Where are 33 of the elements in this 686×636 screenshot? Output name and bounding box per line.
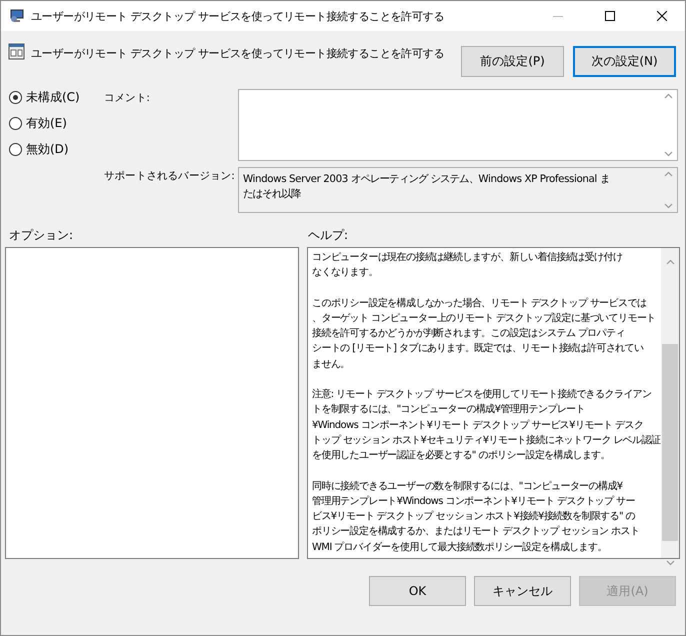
radio-icon[interactable] — [9, 91, 22, 104]
radio-option[interactable]: 未構成(C) — [9, 89, 104, 106]
help-paragraph: このポリシー設定を構成しなかった場合、リモート デスクトップ サービスでは 、ターゲット コンピューター上のリモート デスクトップ設定に基づいてリモート 接続を許可するかどうかが判断されます。この設定はシステム プロパティ シートの [リモート] タブにあります。既定では、リモート接続は許可されてい ません。 — [312, 296, 657, 372]
options-label: オプション: — [9, 227, 74, 244]
comment-label: コメント: — [104, 91, 151, 106]
maximize-icon[interactable] — [605, 11, 615, 21]
help-paragraph: 同時に接続できるユーザーの数を制限するには、"コンピューターの構成¥ 管理用テンプレート¥Windows コンポーネント¥リモート デスクトップ サー ビス¥リモート デスクトップ セッション ホスト¥接続¥接続数を制限する" の ポリシー設定を構成するか、またはリモート デスクトップ セッション ホスト WMI プロバイダーを使用して最大接続数ポリシー設定を構成します。 — [312, 480, 640, 555]
scroll-up-icon[interactable] — [664, 171, 673, 177]
scroll-down-icon[interactable] — [664, 151, 673, 157]
close-icon[interactable] — [657, 11, 667, 21]
scroll-up-icon[interactable] — [666, 259, 674, 265]
help-label: ヘルプ: — [308, 227, 348, 244]
radio-icon[interactable] — [9, 117, 22, 130]
scroll-up-icon[interactable] — [664, 93, 673, 99]
supported-text: Windows Server 2003 オペレーティング システム、Windows XP Professional ま たはそれ以降 — [242, 172, 610, 202]
radio-option[interactable]: 有効(E) — [9, 115, 104, 132]
window-title: ユーザーがリモート デスクトップ サービスを使ってリモート接続することを許可する — [31, 8, 445, 24]
next-setting-button[interactable]: 次の設定(N) — [573, 46, 676, 77]
policy-icon — [8, 43, 25, 60]
help-paragraph: 注意: リモート デスクトップ サービスを使用してリモート接続できるクライアン トを制限するには、"コンピューターの構成¥管理用テンプレート ¥Windows コンポーネント¥リモート デスクトップ サービス¥リモート デスク トップ セッション ホスト¥セキュリティ¥リモート接続にネットワーク レベル認証 を使用したユーザー認証を必要とする" のポリシー設定を構成します。 — [312, 388, 660, 464]
radio-option[interactable]: 無効(D) — [9, 141, 104, 158]
ok-button[interactable]: OK — [369, 576, 466, 606]
supported-label: サポートされるバージョン: — [104, 169, 236, 184]
scroll-down-icon[interactable] — [666, 560, 674, 566]
scroll-down-icon[interactable] — [664, 203, 673, 209]
cancel-button[interactable]: キャンセル — [474, 576, 571, 606]
policy-title: ユーザーがリモート デスクトップ サービスを使ってリモート接続することを許可する — [31, 46, 445, 61]
scrollbar-thumb[interactable] — [662, 344, 678, 541]
previous-setting-button[interactable]: 前の設定(P) — [461, 46, 564, 77]
help-paragraph: コンピューターは現在の接続は継続しますが、新しい着信接続は受け付け なくなります。 — [312, 250, 624, 280]
computer-icon — [9, 8, 25, 24]
radio-icon[interactable] — [9, 143, 22, 156]
comment-field[interactable] — [238, 89, 678, 161]
